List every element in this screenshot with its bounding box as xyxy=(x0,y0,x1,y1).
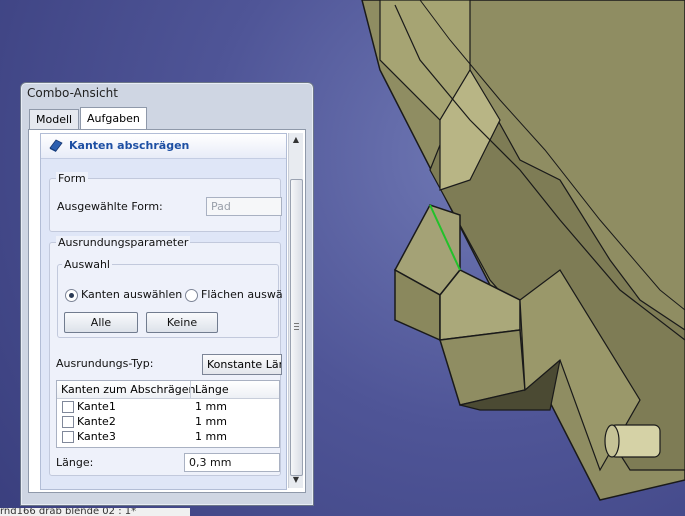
task-header: Kanten abschrägen xyxy=(41,134,286,159)
table-row[interactable]: Kante1 1 mm xyxy=(57,399,279,414)
edge-checkbox[interactable] xyxy=(62,431,74,443)
col-header-length[interactable]: Länge xyxy=(195,383,229,396)
edges-table: Kanten zum Abschrägen Länge Kante1 1 mm … xyxy=(56,380,280,448)
scroll-up-icon[interactable]: ▲ xyxy=(291,135,301,145)
combo-view-panel: Combo-Ansicht Modell Aufgaben Kanten abs… xyxy=(20,82,314,506)
edge-checkbox[interactable] xyxy=(62,416,74,428)
combo-view-title: Combo-Ansicht xyxy=(27,86,118,100)
selection-group: Auswahl Kanten auswählen Flächen auswä A… xyxy=(57,258,283,338)
select-edges-label[interactable]: Kanten auswählen xyxy=(81,288,182,301)
scroll-thumb[interactable] xyxy=(290,179,303,476)
selected-form-field: Pad xyxy=(206,197,282,216)
scroll-down-icon[interactable]: ▼ xyxy=(291,475,301,485)
tab-aufgaben[interactable]: Aufgaben xyxy=(80,107,147,130)
chamfer-icon xyxy=(49,139,63,152)
edge-name: Kante1 xyxy=(77,400,116,413)
form-group: Form Ausgewählte Form: Pad xyxy=(49,172,282,232)
length-input[interactable]: 0,3 mm xyxy=(184,453,280,472)
col-header-edges[interactable]: Kanten zum Abschrägen xyxy=(61,383,195,396)
select-faces-label[interactable]: Flächen auswä xyxy=(201,288,283,301)
fillet-params-legend: Ausrundungsparameter xyxy=(56,236,191,249)
table-row[interactable]: Kante2 1 mm xyxy=(57,414,279,429)
length-label: Länge: xyxy=(56,456,94,469)
fillet-params-group: Ausrundungsparameter Auswahl Kanten ausw… xyxy=(49,236,283,476)
table-row[interactable]: Kante3 1 mm xyxy=(57,429,279,444)
edges-table-header: Kanten zum Abschrägen Länge xyxy=(57,381,279,399)
selection-legend: Auswahl xyxy=(62,258,112,271)
document-tab[interactable]: rnd166 drab blende 02 : 1* xyxy=(0,508,190,516)
chamfer-task-panel: Kanten abschrägen Form Ausgewählte Form:… xyxy=(40,133,287,490)
col-separator xyxy=(190,381,191,398)
edge-length: 1 mm xyxy=(195,430,227,443)
tasks-page: Kanten abschrägen Form Ausgewählte Form:… xyxy=(28,129,306,493)
task-title: Kanten abschrägen xyxy=(69,139,190,152)
form-group-legend: Form xyxy=(56,172,88,185)
select-all-button[interactable]: Alle xyxy=(64,312,138,333)
edge-length: 1 mm xyxy=(195,415,227,428)
edge-checkbox[interactable] xyxy=(62,401,74,413)
edge-name: Kante2 xyxy=(77,415,116,428)
select-faces-radio[interactable] xyxy=(185,289,198,302)
fillet-type-label: Ausrundungs-Typ: xyxy=(56,357,154,370)
select-edges-radio[interactable] xyxy=(65,289,78,302)
edge-length: 1 mm xyxy=(195,400,227,413)
edge-name: Kante3 xyxy=(77,430,116,443)
selected-form-label: Ausgewählte Form: xyxy=(57,200,163,213)
tab-modell[interactable]: Modell xyxy=(29,109,80,129)
select-none-button[interactable]: Keine xyxy=(146,312,218,333)
fillet-type-select[interactable]: Konstante Läng xyxy=(202,354,282,375)
task-scrollbar[interactable]: ▲ ▼ xyxy=(288,133,303,488)
